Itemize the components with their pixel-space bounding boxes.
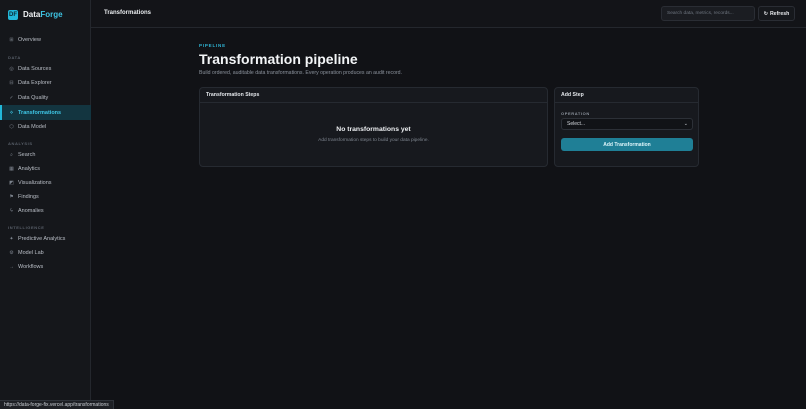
top-bar: Transformations Search data, metrics, re… xyxy=(91,0,806,28)
database-icon: ◎ xyxy=(9,65,14,72)
section-label-analysis: ANALYSIS xyxy=(8,141,33,146)
chevron-down-icon: ⌄ xyxy=(683,121,688,127)
sidebar-item-visualizations[interactable]: ◩ Visualizations xyxy=(0,176,91,189)
sidebar-item-label: Visualizations xyxy=(18,179,52,186)
sidebar-item-model-lab[interactable]: ⚙ Model Lab xyxy=(0,246,91,259)
sidebar-item-label: Data Sources xyxy=(18,65,52,72)
brand-name-part2: Forge xyxy=(40,10,63,19)
status-url: https://data-forge-fix.vercel.app/transf… xyxy=(0,400,114,409)
select-value: Select... xyxy=(567,121,586,127)
transform-icon: ⟡ xyxy=(9,109,14,116)
sidebar-item-label: Data Explorer xyxy=(18,79,52,86)
sidebar-item-label: Workflows xyxy=(18,263,44,270)
logo-icon: DF xyxy=(8,9,18,20)
page-title: Transformation pipeline xyxy=(199,51,358,67)
card-title: Transformation Steps xyxy=(200,88,547,103)
card-title: Add Step xyxy=(555,88,698,103)
analytics-icon: ▦ xyxy=(9,165,14,172)
sidebar-item-label: Analytics xyxy=(18,165,41,172)
table-icon: ⊟ xyxy=(9,79,14,86)
sidebar-item-findings[interactable]: ⚑ Findings xyxy=(0,190,91,203)
chart-icon: ◩ xyxy=(9,179,14,186)
sidebar-item-search[interactable]: ⌕ Search xyxy=(0,148,91,161)
page-kicker: PIPELINE xyxy=(199,43,226,48)
refresh-label: Refresh xyxy=(769,10,790,17)
page-subtitle: Build ordered, auditable data transforma… xyxy=(199,70,403,76)
section-label-data: DATA xyxy=(8,55,21,60)
sidebar-item-label: Data Quality xyxy=(18,94,49,101)
sparkle-icon: ✦ xyxy=(9,235,14,242)
refresh-button[interactable]: ↻ Refresh xyxy=(758,6,795,21)
sidebar-item-label: Search xyxy=(18,151,36,158)
arrow-icon: → xyxy=(9,263,14,270)
sidebar-item-overview[interactable]: ⊞ Overview xyxy=(0,33,91,46)
search-icon: ⌕ xyxy=(10,151,13,158)
brand-logo[interactable]: DF DataForge xyxy=(8,8,63,21)
flag-icon: ⚑ xyxy=(9,193,14,200)
sidebar-item-label: Anomalies xyxy=(18,207,44,214)
gear-icon: ⚙ xyxy=(9,249,14,256)
transformation-steps-card: Transformation Steps No transformations … xyxy=(199,87,548,167)
sidebar-item-transformations[interactable]: ⟡ Transformations xyxy=(0,105,91,120)
search-input[interactable]: Search data, metrics, records... xyxy=(661,6,755,21)
sidebar-item-anomalies[interactable]: ϟ Anomalies xyxy=(0,204,91,217)
sidebar-item-label: Data Model xyxy=(18,123,47,130)
sidebar-item-data-explorer[interactable]: ⊟ Data Explorer xyxy=(0,76,91,89)
sidebar-item-label: Transformations xyxy=(18,109,62,116)
sidebar: DF DataForge ⊞ Overview DATA ◎ Data Source… xyxy=(0,0,91,409)
empty-state-subtitle: Add transformation steps to build your d… xyxy=(318,138,429,143)
sidebar-item-label: Model Lab xyxy=(18,249,44,256)
check-icon: ✓ xyxy=(9,94,14,101)
sidebar-item-analytics[interactable]: ▦ Analytics xyxy=(0,162,91,175)
brand-name: DataForge xyxy=(23,10,63,19)
page-breadcrumb-title: Transformations xyxy=(104,10,152,16)
add-step-card: Add Step OPERATION Select... ⌄ Add Trans… xyxy=(554,87,699,167)
section-label-intelligence: INTELLIGENCE xyxy=(8,225,45,230)
add-transformation-button[interactable]: Add Transformation xyxy=(561,138,693,151)
model-icon: ⬡ xyxy=(9,123,14,130)
bolt-icon: ϟ xyxy=(10,207,13,214)
sidebar-item-data-sources[interactable]: ◎ Data Sources xyxy=(0,62,91,75)
sidebar-item-data-model[interactable]: ⬡ Data Model xyxy=(0,120,91,133)
sidebar-item-data-quality[interactable]: ✓ Data Quality xyxy=(0,91,91,104)
brand-name-part1: Data xyxy=(23,10,41,19)
sidebar-item-workflows[interactable]: → Workflows xyxy=(0,260,91,273)
refresh-icon: ↻ xyxy=(763,10,768,17)
sidebar-item-predictive-analytics[interactable]: ✦ Predictive Analytics xyxy=(0,232,91,245)
operation-label: OPERATION xyxy=(561,111,590,116)
sidebar-item-label: Findings xyxy=(18,193,39,200)
operation-select[interactable]: Select... ⌄ xyxy=(561,118,693,130)
empty-state-title: No transformations yet xyxy=(336,126,411,133)
grid-icon: ⊞ xyxy=(9,36,14,43)
sidebar-item-label: Overview xyxy=(18,36,41,43)
sidebar-item-label: Predictive Analytics xyxy=(18,235,66,242)
